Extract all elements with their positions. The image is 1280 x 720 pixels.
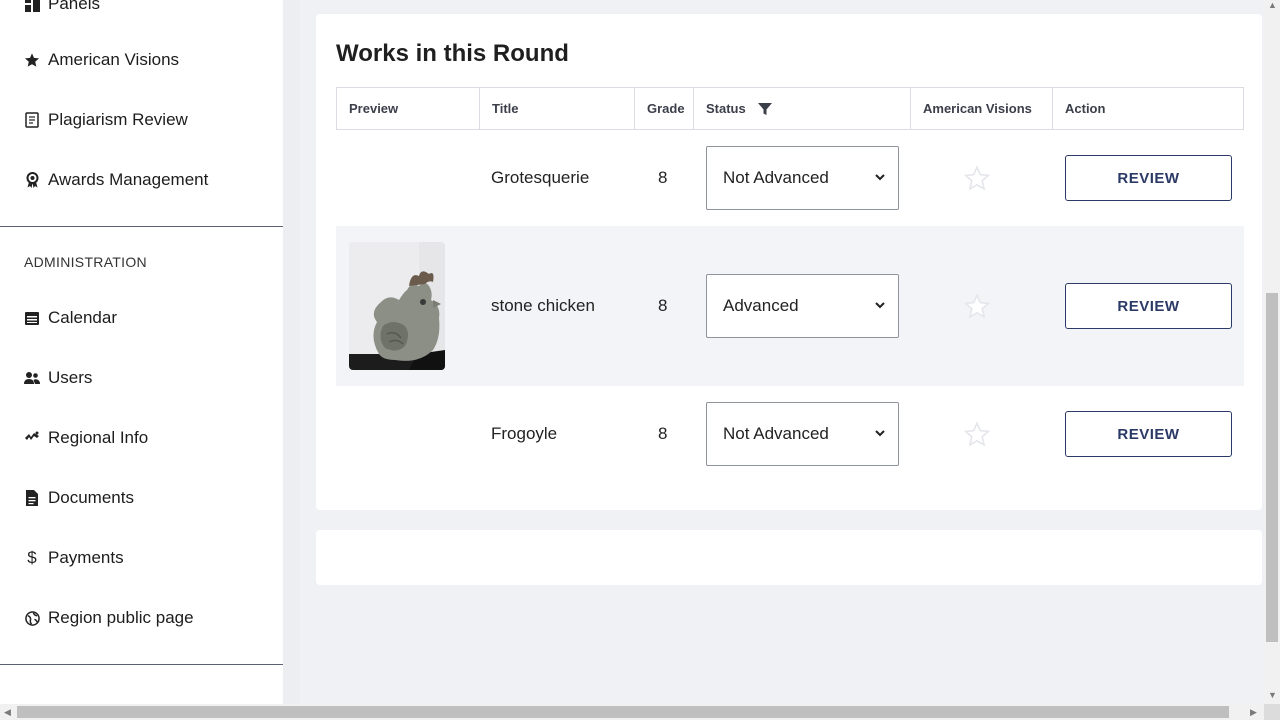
chevron-down-icon [875,430,885,437]
sidebar-item-label: Payments [48,548,124,567]
review-button[interactable]: REVIEW [1065,411,1232,457]
sidebar-item-documents[interactable]: Documents [24,486,134,510]
status-select-value: Advanced [723,296,799,315]
american-visions-star-icon[interactable] [964,165,990,191]
work-title: Grotesquerie [491,168,590,187]
vertical-scrollbar-thumb[interactable] [1266,293,1278,642]
works-heading: Works in this Round [336,40,569,67]
sidebar-item-payments[interactable]: $ Payments [24,546,124,570]
works-card: Works in this Round Preview Title Grade … [316,14,1262,510]
star-icon [24,52,40,68]
secondary-card [316,530,1262,585]
status-select[interactable]: Not Advanced [706,146,899,210]
sidebar-item-label: Users [48,368,93,387]
horizontal-scrollbar-thumb[interactable] [17,706,1229,718]
sidebar-item-panels[interactable]: Panels [24,0,100,16]
column-header-preview: Preview [337,88,480,129]
dollar-icon: $ [27,548,37,567]
sidebar-item-american-visions[interactable]: American Visions [24,48,179,72]
sidebar-item-plagiarism-review[interactable]: Plagiarism Review [24,108,188,132]
american-visions-star-icon[interactable] [964,421,990,447]
vertical-scrollbar[interactable]: ▲ ▼ [1264,0,1280,704]
work-grade: 8 [658,168,668,187]
column-header-title[interactable]: Title [480,88,635,129]
table-row: Frogoyle 8 Not Advanced REVIEW [336,386,1244,482]
sidebar-item-label: Region public page [48,608,194,627]
scroll-right-arrow-icon[interactable]: ▶ [1250,707,1257,718]
review-button[interactable]: REVIEW [1065,283,1232,329]
sidebar-item-label: American Visions [48,50,180,69]
sidebar-divider [0,664,283,665]
sidebar-section-label: ADMINISTRATION [24,254,147,270]
chevron-down-icon [875,302,885,309]
sidebar-item-calendar[interactable]: Calendar [24,306,117,330]
sidebar: Panels American Visions Plagiarism Revie… [0,0,300,704]
scroll-up-arrow-icon[interactable]: ▲ [1268,0,1277,10]
column-header-american-visions: American Visions [911,88,1053,129]
sidebar-item-regional-info[interactable]: Regional Info [24,426,148,450]
sidebar-edge [283,0,300,704]
regional-info-icon [24,430,40,446]
column-header-status[interactable]: Status [694,88,911,129]
sidebar-item-label: Panels [48,0,100,13]
work-title: Frogoyle [491,424,558,443]
table-header: Preview Title Grade Status American Visi… [336,87,1244,130]
scrollbar-corner [1264,704,1280,720]
panels-icon [24,0,40,12]
table-row: stone chicken 8 Advanced REVIEW [336,226,1244,386]
sidebar-item-label: Awards Management [48,170,209,189]
status-select[interactable]: Advanced [706,274,899,338]
scroll-down-arrow-icon[interactable]: ▼ [1268,690,1277,700]
sidebar-item-label: Calendar [48,308,117,327]
work-grade: 8 [658,296,668,315]
sidebar-item-label: Documents [48,488,134,507]
document-icon [24,490,40,506]
status-select-value: Not Advanced [723,424,829,443]
status-select[interactable]: Not Advanced [706,402,899,466]
document-check-icon [24,112,40,128]
horizontal-scrollbar[interactable]: ◀ ▶ [0,704,1264,720]
column-header-grade[interactable]: Grade [635,88,694,129]
status-select-value: Not Advanced [723,168,829,187]
sidebar-item-awards-management[interactable]: Awards Management [24,168,208,192]
chevron-down-icon [875,174,885,181]
work-preview-image[interactable] [349,242,445,370]
globe-icon [24,610,40,626]
column-header-status-label: Status [706,101,746,116]
column-header-action: Action [1065,101,1106,116]
scroll-left-arrow-icon[interactable]: ◀ [4,707,11,718]
users-icon [24,370,40,386]
main-content: Works in this Round Preview Title Grade … [300,0,1264,704]
works-table: Preview Title Grade Status American Visi… [336,87,1244,482]
review-button[interactable]: REVIEW [1065,155,1232,201]
sidebar-item-users[interactable]: Users [24,366,92,390]
sidebar-item-label: Plagiarism Review [48,110,188,129]
calendar-icon [24,310,40,326]
american-visions-star-icon[interactable] [964,293,990,319]
sidebar-divider [0,226,283,227]
award-icon [24,172,40,188]
filter-icon[interactable] [757,102,772,116]
table-row: Grotesquerie 8 Not Advanced REVIEW [336,130,1244,226]
sidebar-item-label: Regional Info [48,428,149,447]
work-grade: 8 [658,424,668,443]
work-title: stone chicken [491,296,595,315]
sidebar-item-region-public-page[interactable]: Region public page [24,606,194,630]
